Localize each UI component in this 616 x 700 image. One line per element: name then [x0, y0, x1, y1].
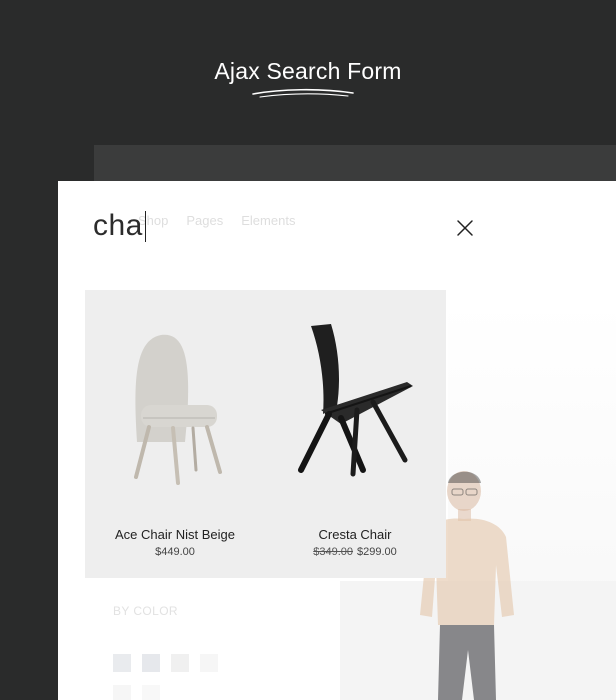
page-title: Ajax Search Form: [214, 58, 402, 84]
filter-heading: BY COLOR: [113, 604, 178, 618]
product-price: $449.00: [85, 546, 265, 558]
background-menu: Shop Pages Elements: [138, 213, 295, 228]
product-current-price: $299.00: [357, 546, 397, 558]
color-swatch: [142, 685, 160, 700]
product-old-price: $349.00: [313, 546, 353, 558]
close-icon[interactable]: [456, 219, 474, 237]
color-swatches: [113, 654, 218, 672]
color-swatch: [113, 685, 131, 700]
search-query-text: cha: [93, 209, 143, 242]
text-caret: [144, 210, 147, 242]
search-overlay-panel: Shop Pages Elements BY COLOR cha Ace Cha…: [58, 181, 616, 700]
color-swatch: [171, 654, 189, 672]
search-input[interactable]: cha: [93, 209, 147, 243]
background-page-bar: [94, 145, 616, 185]
background-menu-item: Elements: [241, 213, 296, 228]
color-swatches: [113, 685, 160, 700]
color-swatch: [200, 654, 218, 672]
black-chair-image: [298, 324, 413, 477]
background-menu-item: Pages: [186, 213, 224, 228]
color-swatch: [142, 654, 160, 672]
product-name: Cresta Chair: [318, 527, 392, 542]
product-name: Ace Chair Nist Beige: [115, 527, 235, 542]
color-swatch: [113, 654, 131, 672]
search-results: Ace Chair Nist Beige $449.00 Cresta Chai…: [85, 290, 446, 578]
product-card[interactable]: Ace Chair Nist Beige $449.00: [85, 290, 265, 578]
brush-underline-icon: [252, 88, 354, 98]
product-price: $349.00 $299.00: [265, 546, 445, 558]
product-card[interactable]: Cresta Chair $349.00 $299.00: [265, 290, 445, 578]
product-current-price: $449.00: [155, 546, 195, 558]
beige-chair-image: [134, 334, 222, 485]
